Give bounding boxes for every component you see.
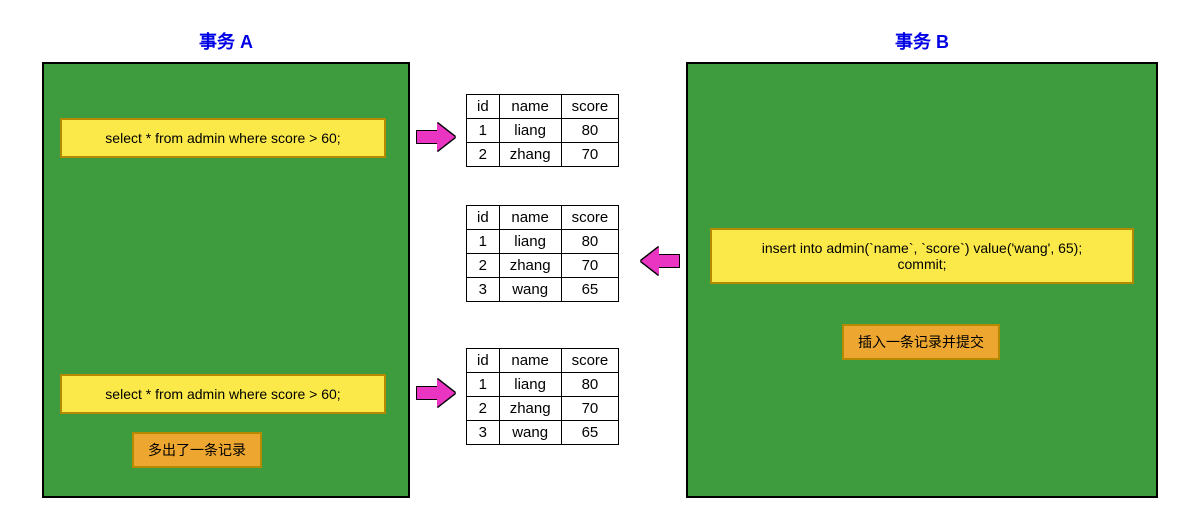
arrow-right-icon [416, 379, 456, 407]
table-row: 1liang80 [467, 119, 619, 143]
transaction-a-box: select * from admin where score > 60; se… [42, 62, 410, 498]
col-id: id [467, 349, 500, 373]
result-table-2: id name score 1liang80 2zhang70 3wang65 [466, 205, 619, 302]
arrow-left-icon [640, 247, 680, 275]
table-row: 2zhang70 [467, 397, 619, 421]
result-table-3: id name score 1liang80 2zhang70 3wang65 [466, 348, 619, 445]
table-row: 1liang80 [467, 230, 619, 254]
table-row: 2zhang70 [467, 143, 619, 167]
col-name: name [499, 95, 561, 119]
col-id: id [467, 95, 500, 119]
table-row: 3wang65 [467, 278, 619, 302]
table-header-row: id name score [467, 349, 619, 373]
table-row: 1liang80 [467, 373, 619, 397]
col-name: name [499, 349, 561, 373]
tx-a-note: 多出了一条记录 [132, 432, 262, 468]
table-row: 2zhang70 [467, 254, 619, 278]
table-header-row: id name score [467, 95, 619, 119]
tx-a-query-2: select * from admin where score > 60; [60, 374, 386, 414]
col-score: score [561, 206, 619, 230]
tx-a-query-1: select * from admin where score > 60; [60, 118, 386, 158]
transaction-b-title: 事务 B [686, 28, 1158, 54]
col-score: score [561, 95, 619, 119]
result-table-1: id name score 1liang80 2zhang70 [466, 94, 619, 167]
col-id: id [467, 206, 500, 230]
tx-b-note: 插入一条记录并提交 [842, 324, 1000, 360]
transaction-b-box: insert into admin(`name`, `score`) value… [686, 62, 1158, 498]
table-header-row: id name score [467, 206, 619, 230]
transaction-a-title: 事务 A [42, 28, 410, 54]
col-score: score [561, 349, 619, 373]
col-name: name [499, 206, 561, 230]
tx-b-statement: insert into admin(`name`, `score`) value… [710, 228, 1134, 284]
table-row: 3wang65 [467, 421, 619, 445]
arrow-right-icon [416, 123, 456, 151]
